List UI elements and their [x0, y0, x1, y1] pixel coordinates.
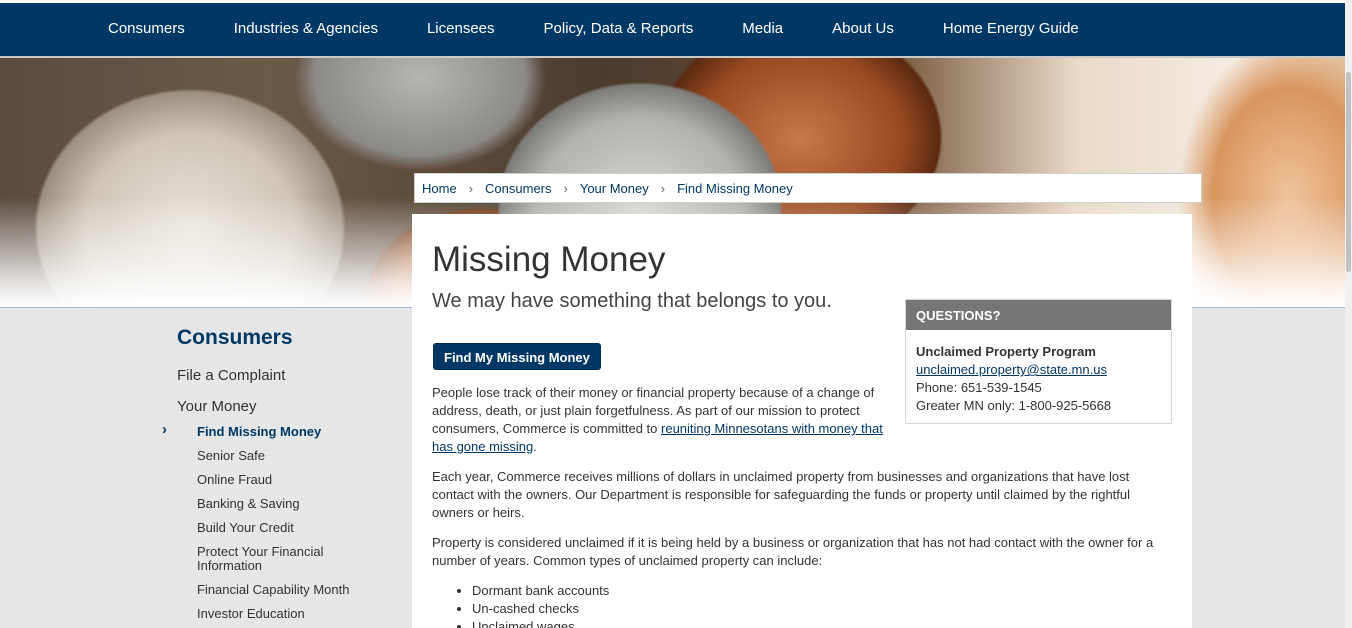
- email-link[interactable]: unclaimed.property@state.mn.us: [916, 362, 1107, 377]
- intro-end: .: [533, 439, 537, 454]
- nav-media[interactable]: Media: [742, 20, 783, 37]
- scrollbar[interactable]: [1345, 0, 1352, 628]
- sidenav-item-online-fraud[interactable]: Online Fraud: [197, 473, 272, 487]
- nav-policy-data-reports[interactable]: Policy, Data & Reports: [544, 20, 694, 37]
- nav-about-us[interactable]: About Us: [832, 20, 894, 37]
- sidenav-item-financial-capability-month[interactable]: Financial Capability Month: [197, 583, 349, 597]
- property-types-list: Dormant bank accounts Un-cashed checks U…: [452, 582, 609, 628]
- breadcrumb-your-money[interactable]: Your Money: [580, 181, 649, 196]
- sidenav-item-banking-saving[interactable]: Banking & Saving: [197, 497, 300, 511]
- questions-box: QUESTIONS? Unclaimed Property Program un…: [905, 299, 1172, 424]
- questions-heading: QUESTIONS?: [906, 300, 1171, 330]
- breadcrumb-separator: ›: [660, 181, 666, 196]
- sidenav-item-protect-your-financial-information[interactable]: Protect Your Financial Information: [197, 545, 357, 573]
- page-subtitle: We may have something that belongs to yo…: [432, 290, 832, 312]
- questions-body: Unclaimed Property Program unclaimed.pro…: [906, 330, 1171, 428]
- breadcrumb-find-missing-money[interactable]: Find Missing Money: [677, 181, 793, 196]
- list-item: Dormant bank accounts: [472, 582, 609, 600]
- phone-text: Phone: 651-539-1545: [916, 380, 1042, 395]
- breadcrumb-home[interactable]: Home: [422, 181, 457, 196]
- greater-mn-phone: Greater MN only: 1-800-925-5668: [916, 398, 1112, 413]
- scrollbar-thumb[interactable]: [1346, 72, 1351, 272]
- top-navigation: Consumers Industries & Agencies Licensee…: [0, 0, 1345, 58]
- sidenav-item-build-your-credit[interactable]: Build Your Credit: [197, 521, 294, 535]
- find-my-missing-money-button[interactable]: Find My Missing Money: [433, 343, 601, 370]
- sidenav-item-investor-education[interactable]: Investor Education: [197, 607, 305, 621]
- program-name: Unclaimed Property Program: [916, 344, 1096, 359]
- breadcrumb-separator: ›: [468, 181, 474, 196]
- nav-consumers[interactable]: Consumers: [108, 20, 185, 37]
- page-title: Missing Money: [432, 240, 666, 279]
- unclaimed-paragraph: Each year, Commerce receives millions of…: [432, 469, 1131, 520]
- sidenav-heading[interactable]: Consumers: [177, 326, 293, 350]
- intro-paragraph: People lose track of their money or fina…: [432, 384, 892, 456]
- breadcrumb-consumers[interactable]: Consumers: [485, 181, 551, 196]
- sidenav-item-senior-safe[interactable]: Senior Safe: [197, 449, 265, 463]
- list-item: Un-cashed checks: [472, 600, 609, 618]
- nav-home-energy-guide[interactable]: Home Energy Guide: [943, 20, 1079, 37]
- nav-licensees[interactable]: Licensees: [427, 20, 495, 37]
- sidenav-item-find-missing-money[interactable]: Find Missing Money: [197, 425, 321, 439]
- breadcrumb: Home › Consumers › Your Money › Find Missing M…: [414, 173, 1202, 203]
- list-item: Unclaimed wages: [472, 618, 609, 628]
- breadcrumb-separator: ›: [563, 181, 568, 196]
- sidenav-item-file-a-complaint[interactable]: File a Complaint: [177, 367, 285, 384]
- property-paragraph: Property is considered unclaimed if it i…: [432, 535, 1154, 568]
- nav-industries-agencies[interactable]: Industries & Agencies: [234, 20, 378, 37]
- sidenav-item-your-money[interactable]: Your Money: [177, 398, 257, 415]
- chevron-right-icon: ›: [162, 421, 167, 438]
- top-nav-list: Consumers Industries & Agencies Licensee…: [108, 20, 1128, 37]
